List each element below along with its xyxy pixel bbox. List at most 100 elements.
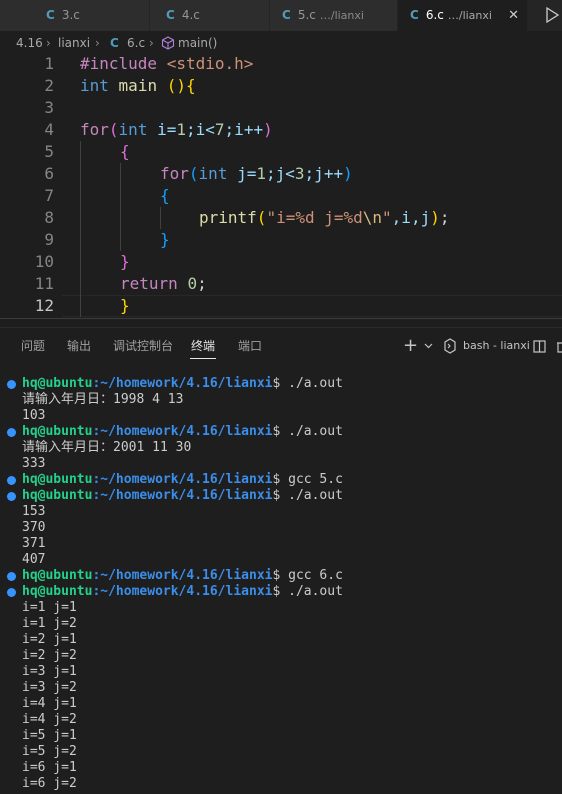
terminal-output-line: i=5 j=2	[22, 744, 77, 759]
indent-guide	[80, 141, 81, 317]
token-keyword: return	[120, 274, 178, 293]
breadcrumb-symbol[interactable]: main()	[178, 31, 217, 55]
run-icon[interactable]	[544, 6, 560, 24]
token-keyword: int	[198, 164, 228, 183]
token-punct: ;	[439, 208, 450, 227]
code-editor[interactable]: 1 2 3 4 5 6 7 8 9 10 11 12 #include <std…	[0, 53, 562, 318]
tab-problems[interactable]: 问题	[21, 330, 45, 362]
tab-label: 3.c	[61, 8, 80, 22]
c-file-icon: C	[46, 8, 55, 22]
token-function: printf	[199, 208, 257, 227]
prompt-user: hq@ubuntu	[22, 584, 93, 599]
terminal-output-line: i=2 j=1	[22, 632, 77, 647]
new-terminal-button[interactable]: +	[403, 330, 418, 362]
token-variable: i=	[157, 120, 177, 139]
command-decoration-icon[interactable]	[7, 572, 16, 581]
terminal-output-line: 370	[22, 520, 46, 535]
token-number: 3	[294, 164, 305, 183]
token-bracket: (	[108, 120, 119, 139]
code-line: #include <stdio.h>	[80, 53, 253, 75]
line-number: 1	[44, 54, 54, 73]
c-file-icon: C	[110, 36, 119, 50]
line-number: 10	[34, 252, 54, 271]
indent-guide	[160, 207, 161, 229]
breadcrumb-folder[interactable]: lianxi	[58, 31, 90, 55]
terminal-output-line: 153	[22, 504, 46, 519]
terminal-command: ./a.out	[280, 376, 343, 391]
terminal-output-line: i=6 j=2	[22, 776, 77, 791]
token-keyword: int	[80, 76, 109, 95]
tab-ports[interactable]: 端口	[238, 330, 262, 362]
code-line: printf("i=%d j=%d\n",i,j);	[199, 207, 449, 229]
token-string: "	[382, 208, 392, 227]
tab-path: …/lianxi	[319, 9, 364, 22]
tab-label: 5.c	[297, 8, 316, 22]
token-bracket: )	[263, 120, 273, 139]
terminal-command: ./a.out	[280, 488, 343, 503]
terminal-output[interactable]: hq@ubuntu:~/homework/4.16/lianxi$ ./a.ou…	[0, 376, 562, 794]
terminal-command: gcc 5.c	[280, 472, 343, 487]
token-number: 1	[256, 164, 266, 183]
token-function: main	[118, 76, 158, 95]
terminal-prompt-line: hq@ubuntu:~/homework/4.16/lianxi$ ./a.ou…	[22, 584, 343, 600]
terminal-shell-icon	[444, 338, 456, 354]
c-file-icon: C	[410, 8, 419, 22]
token-bracket: (	[188, 164, 199, 183]
tab-debug-console[interactable]: 调试控制台	[113, 330, 173, 362]
token-keyword: int	[118, 120, 148, 139]
terminal-output-line: i=2 j=2	[22, 648, 77, 663]
breadcrumb-file[interactable]: 6.c	[127, 31, 145, 55]
command-decoration-icon[interactable]	[7, 476, 16, 485]
terminal-output-line: 333	[22, 456, 46, 471]
symbol-method-icon	[161, 36, 175, 50]
prompt-path: :~/homework/4.16/lianxi	[92, 488, 273, 503]
prompt-path: :~/homework/4.16/lianxi	[92, 584, 273, 599]
terminal-output-line: i=6 j=1	[22, 760, 77, 775]
breadcrumb: 4.16 › lianxi › C 6.c › main()	[0, 31, 562, 55]
code-line: }	[120, 251, 130, 273]
split-terminal-icon[interactable]	[533, 340, 546, 353]
terminal-command: ./a.out	[280, 584, 343, 599]
token-escape: \n	[362, 208, 383, 227]
terminal-output-line: 请输入年月日：2001 11 30	[22, 440, 192, 455]
editor-tab-bar: C 3.c C 4.c C 5.c …/lianxi C 6.c …/lianxi ✕	[0, 0, 562, 31]
chevron-right-icon: ›	[46, 36, 51, 50]
terminal-output-line: 请输入年月日：1998 4 13	[22, 392, 184, 407]
close-icon[interactable]: ✕	[508, 0, 519, 31]
code-line: int main (){	[80, 75, 196, 97]
tab-label: 4.c	[181, 8, 200, 22]
chevron-down-icon[interactable]	[424, 343, 433, 349]
command-decoration-icon[interactable]	[7, 492, 16, 501]
kill-terminal-icon[interactable]	[556, 340, 562, 353]
terminal-name[interactable]: bash - lianxi	[463, 330, 530, 362]
token-bracket: {	[120, 142, 130, 161]
tab-output[interactable]: 输出	[67, 330, 91, 362]
prompt-user: hq@ubuntu	[22, 488, 93, 503]
tab-label: 6.c	[425, 8, 444, 22]
terminal-output-line: i=1 j=2	[22, 616, 77, 631]
breadcrumb-folder[interactable]: 4.16	[16, 31, 43, 55]
token-bracket: )	[430, 208, 440, 227]
tab-4c[interactable]: C 4.c	[150, 0, 270, 31]
command-decoration-icon[interactable]	[7, 428, 16, 437]
code-line: for(int i=1;i<7;i++)	[80, 119, 273, 141]
line-number: 2	[44, 76, 54, 95]
prompt-path: :~/homework/4.16/lianxi	[92, 568, 273, 583]
token-bracket: }	[120, 252, 130, 271]
token-number: 0	[187, 274, 198, 293]
line-number: 11	[34, 274, 54, 293]
tab-3c[interactable]: C 3.c	[0, 0, 150, 31]
code-line: }	[120, 295, 130, 317]
c-file-icon: C	[282, 8, 291, 22]
chevron-right-icon: ›	[149, 36, 154, 50]
token-bracket: (	[166, 76, 177, 95]
current-line-highlight	[62, 295, 562, 317]
terminal-prompt-line: hq@ubuntu:~/homework/4.16/lianxi$ gcc 6.…	[22, 568, 343, 584]
tab-5c[interactable]: C 5.c …/lianxi	[270, 0, 398, 31]
command-decoration-icon[interactable]	[7, 588, 16, 597]
token-variable: ;j<	[266, 164, 295, 183]
command-decoration-icon[interactable]	[7, 380, 16, 389]
terminal-output-line: i=4 j=2	[22, 712, 77, 727]
tab-6c[interactable]: C 6.c …/lianxi ✕	[398, 0, 528, 31]
token-bracket: )	[176, 76, 186, 95]
